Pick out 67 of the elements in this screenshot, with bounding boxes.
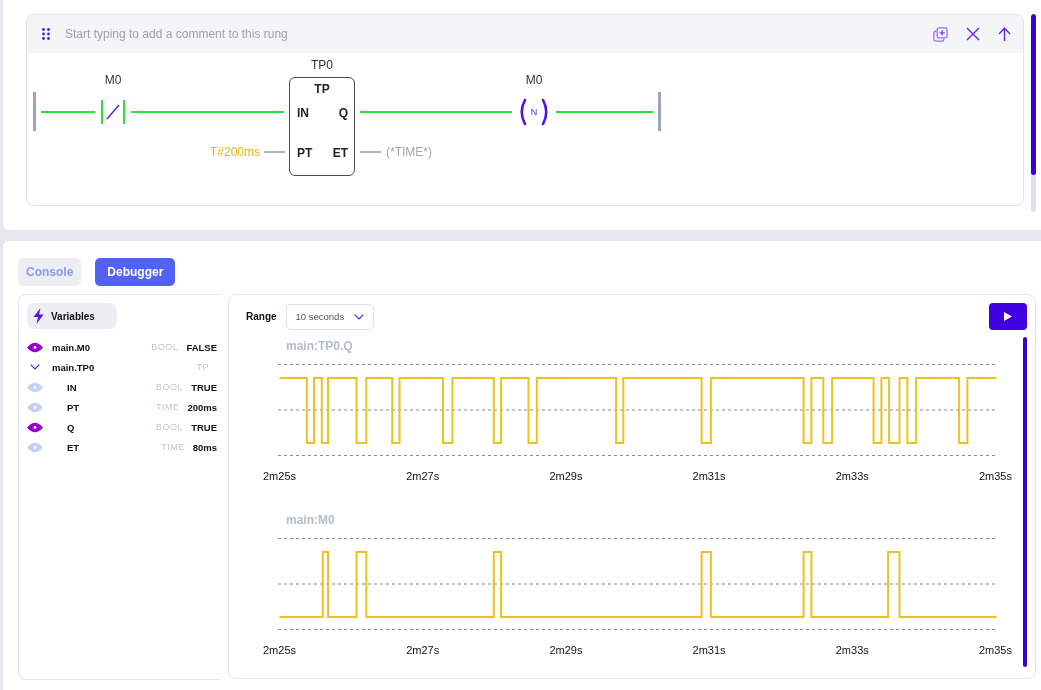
variables-title: Variables <box>51 310 95 322</box>
block-instance-label: TP0 <box>311 58 333 72</box>
axis-label: 2m31s <box>692 643 726 657</box>
variable-label: M0 <box>104 73 122 87</box>
block-type: TP <box>314 82 330 96</box>
drag-handle-icon[interactable] <box>42 28 50 40</box>
contact[interactable] <box>100 100 126 124</box>
wire <box>41 111 95 113</box>
axis-label: 2m33s <box>835 643 869 657</box>
axis-label: 2m31s <box>692 469 726 483</box>
panel-tab[interactable]: Debugger <box>95 258 176 286</box>
wire <box>264 151 285 153</box>
power-rail <box>33 92 36 131</box>
axis-label: 2m27s <box>406 643 440 657</box>
close-icon[interactable] <box>966 27 980 41</box>
variable-type: TIME <box>155 402 180 412</box>
variable-type: BOOL <box>156 422 184 432</box>
variable-value: TRUE <box>191 421 217 433</box>
variable-type: BOOL <box>151 342 179 352</box>
variable-value: 200ms <box>187 401 217 413</box>
variable-type: BOOL <box>156 382 184 392</box>
variable-value: FALSE <box>186 341 217 353</box>
copy-plus-icon[interactable] <box>933 26 948 42</box>
play-button[interactable] <box>989 303 1027 330</box>
coil[interactable]: N <box>517 98 551 126</box>
power-rail <box>658 92 661 131</box>
eye-icon[interactable] <box>27 341 43 353</box>
pin-label: Q <box>338 106 348 120</box>
range-label: Range <box>246 311 277 322</box>
variable-name: ET <box>67 441 80 453</box>
variable-name: PT <box>67 401 80 413</box>
variable-value: 80ms <box>192 441 217 453</box>
axis-label: 2m33s <box>835 469 869 483</box>
variable-value: TRUE <box>191 381 217 393</box>
lightning-icon <box>33 308 44 324</box>
arrow-up-icon[interactable] <box>998 27 1011 41</box>
axis-label: 2m35s <box>978 643 1012 657</box>
variables-header[interactable]: Variables <box>27 303 117 329</box>
variable-label: M0 <box>525 73 543 87</box>
variable-type: TIME <box>161 442 185 452</box>
axis-label: 2m35s <box>978 469 1012 483</box>
chevron-down-icon <box>353 313 364 320</box>
eye-icon[interactable] <box>27 421 43 433</box>
axis-label: 2m29s <box>549 469 583 483</box>
axis-label: 2m25s <box>263 469 297 483</box>
variable-name: main.M0 <box>52 341 90 353</box>
variable-name: Q <box>67 421 75 433</box>
scrollbar-thumb[interactable] <box>1031 14 1036 175</box>
trace-title: main:M0 <box>286 513 335 527</box>
axis-label: 2m27s <box>406 469 440 483</box>
variable-name: main.TP0 <box>52 361 95 373</box>
variable-name: IN <box>67 381 77 393</box>
wire <box>360 151 381 153</box>
pin-label: PT <box>297 146 313 160</box>
input-value: T#200ms <box>209 145 260 159</box>
axis-label: 2m25s <box>263 643 297 657</box>
variable-type: TP <box>196 362 209 372</box>
axis-label: 2m29s <box>549 643 583 657</box>
chevron-down-icon[interactable] <box>30 364 40 370</box>
play-icon <box>1004 312 1012 321</box>
output-value: (*TIME*) <box>386 145 432 159</box>
pin-label: ET <box>332 146 348 160</box>
scrollbar-thumb[interactable] <box>1023 337 1027 667</box>
pin-label: IN <box>297 106 309 120</box>
range-dropdown[interactable]: 10 seconds <box>285 303 374 330</box>
trace-title: main:TP0.Q <box>286 339 353 353</box>
function-block[interactable]: TP IN PT Q ET <box>289 77 355 176</box>
